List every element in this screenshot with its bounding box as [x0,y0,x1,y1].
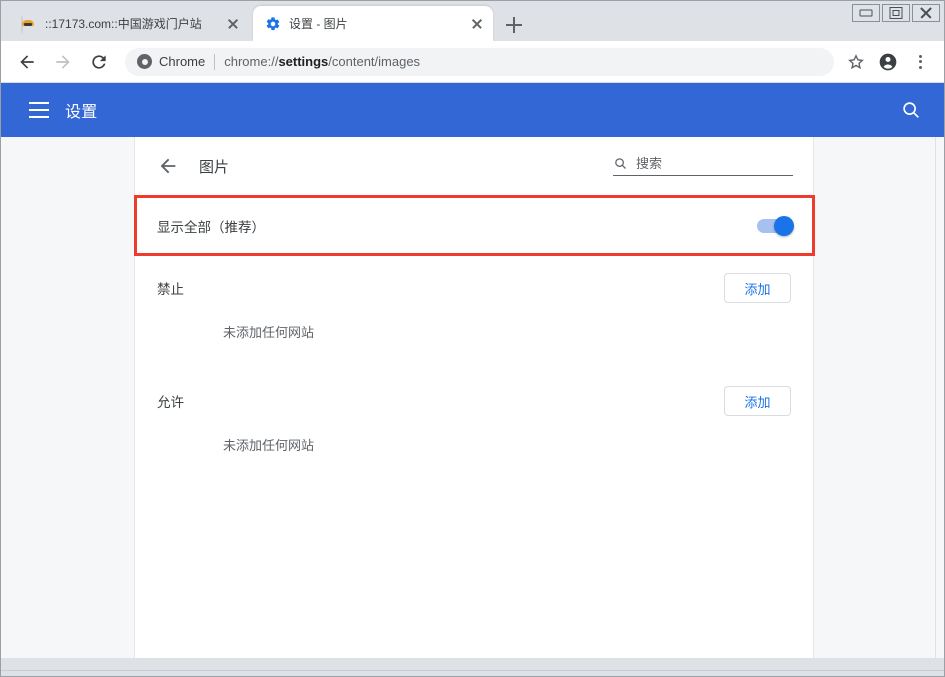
block-section-header: 禁止 添加 [157,256,791,320]
close-icon[interactable] [225,16,241,32]
search-icon [613,156,628,171]
add-allow-button[interactable]: 添加 [724,386,791,416]
status-bar [1,670,944,676]
settings-header: 设置 [1,83,944,137]
allow-section-header: 允许 添加 [157,369,791,433]
tab-title: ::17173.com::中国游戏门户站 [45,16,219,32]
search-input[interactable]: 搜索 [613,156,793,176]
new-tab-button[interactable] [501,12,527,38]
browser-toolbar: Chrome chrome://settings/content/images [1,41,944,83]
back-icon[interactable] [13,48,41,76]
hamburger-icon[interactable] [29,102,49,118]
url-bold: settings [278,54,328,69]
allow-empty-text: 未添加任何网站 [157,433,791,482]
settings-title: 设置 [65,98,900,122]
minimize-button[interactable] [852,4,880,22]
profile-icon[interactable] [874,48,902,76]
reload-icon[interactable] [85,48,113,76]
address-bar[interactable]: Chrome chrome://settings/content/images [125,48,834,76]
browser-window: ::17173.com::中国游戏门户站 设置 - 图片 [0,0,945,677]
block-section-title: 禁止 [157,278,724,298]
allow-section-title: 允许 [157,391,724,411]
scrollbar[interactable] [935,137,944,658]
chrome-label: Chrome [159,54,205,69]
url-prefix: chrome:// [224,54,278,69]
block-empty-text: 未添加任何网站 [157,320,791,369]
search-placeholder: 搜索 [636,156,662,172]
settings-page: 图片 搜索 显示全部（推荐） 禁止 添加 未添加任何网站 [1,137,944,658]
close-button[interactable] [912,4,940,22]
close-icon[interactable] [469,16,485,32]
search-icon[interactable] [900,99,922,121]
allow-section: 允许 添加 未添加任何网站 [135,369,813,482]
show-all-images-label: 显示全部（推荐） [157,216,757,236]
page-subheader: 图片 搜索 [135,137,813,195]
show-all-images-row[interactable]: 显示全部（推荐） [135,195,813,256]
url-text: chrome://settings/content/images [224,54,420,69]
block-section: 禁止 添加 未添加任何网站 [135,256,813,369]
tab-settings[interactable]: 设置 - 图片 [253,6,493,41]
17173-icon [21,16,37,32]
divider [214,54,215,70]
toggle-knob [774,216,794,236]
tab-strip: ::17173.com::中国游戏门户站 设置 - 图片 [1,1,944,41]
three-dot-icon[interactable] [906,48,934,76]
maximize-button[interactable] [882,4,910,22]
page-title: 图片 [199,156,613,177]
gear-icon [265,16,281,32]
url-suffix: /content/images [328,54,420,69]
settings-card: 图片 搜索 显示全部（推荐） 禁止 添加 未添加任何网站 [134,137,814,658]
arrow-back-icon[interactable] [157,155,179,177]
add-block-button[interactable]: 添加 [724,273,791,303]
tab-17173[interactable]: ::17173.com::中国游戏门户站 [9,6,249,41]
chrome-logo-icon [137,54,152,69]
forward-icon[interactable] [49,48,77,76]
chrome-badge: Chrome [137,54,205,69]
tab-title: 设置 - 图片 [289,16,463,32]
show-all-images-toggle[interactable] [757,219,791,233]
star-icon[interactable] [842,48,870,76]
window-controls [852,4,940,22]
